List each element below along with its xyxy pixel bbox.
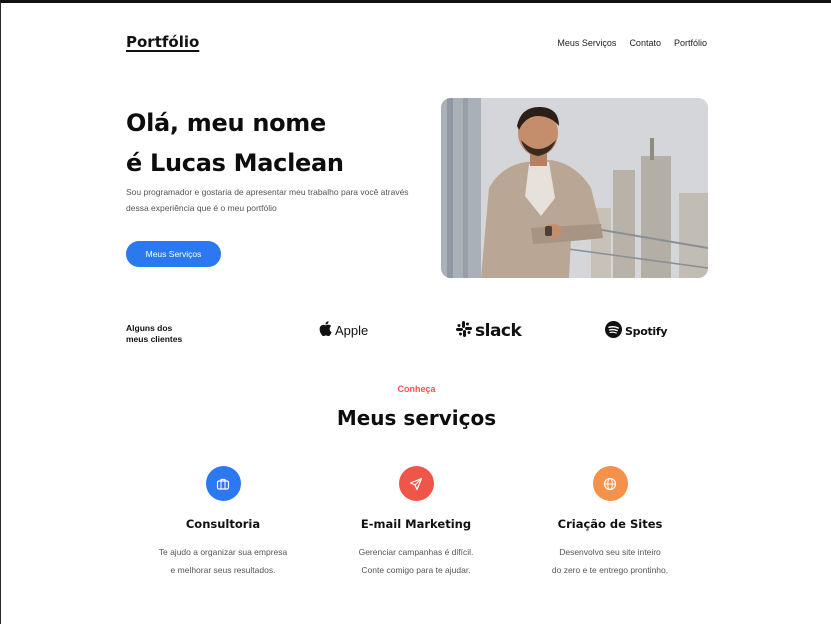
- client-name-apple: Apple: [335, 323, 369, 338]
- service-card-email-marketing: E-mail Marketing Gerenciar campanhas é d…: [306, 466, 526, 579]
- service-title: Consultoria: [185, 517, 261, 531]
- clients-label-line-1: Alguns dos: [126, 323, 173, 333]
- client-logo-spotify: Spotify: [605, 321, 668, 342]
- site-logo[interactable]: Portfólio: [126, 33, 199, 51]
- send-icon: [398, 466, 434, 501]
- hero-title: Olá, meu nome é Lucas Maclean: [126, 103, 344, 183]
- service-description-line: Desenvolvo seu site inteiro: [559, 547, 661, 557]
- client-logo-apple: Apple: [319, 321, 368, 340]
- hero-title-line-2: é Lucas Maclean: [126, 149, 344, 177]
- nav-link-portfolio[interactable]: Portfólio: [674, 38, 707, 48]
- service-description-line: e melhorar seus resultados.: [170, 565, 276, 575]
- nav-link-contact[interactable]: Contato: [629, 38, 661, 48]
- main-nav: Meus Serviços Contato Portfólio: [557, 38, 707, 48]
- service-description: Te ajudo a organizar sua empresa e melho…: [113, 543, 333, 579]
- service-description: Desenvolvo seu site inteiro do zero e te…: [500, 543, 720, 579]
- service-card-criacao-de-sites: Criação de Sites Desenvolvo seu site int…: [500, 466, 720, 579]
- service-title: E-mail Marketing: [360, 517, 472, 531]
- service-description: Gerenciar campanhas é difícil. Conte com…: [306, 543, 526, 579]
- hero-title-line-1: Olá, meu nome: [126, 109, 326, 137]
- clients-label-line-2: meus clientes: [126, 334, 183, 344]
- hero-profile-photo: [441, 98, 708, 278]
- client-logo-slack: slack: [456, 321, 522, 341]
- services-title: Meus serviços: [336, 406, 497, 430]
- service-card-consultoria: Consultoria Te ajudo a organizar sua emp…: [113, 466, 333, 579]
- globe-icon: [592, 466, 628, 501]
- service-description-line: do zero e te entrego prontinho.: [551, 565, 669, 575]
- service-description-line: Conte comigo para te ajudar.: [361, 565, 471, 575]
- nav-link-services[interactable]: Meus Serviços: [557, 38, 616, 48]
- hero-description: Sou programador e gostaria de apresentar…: [126, 187, 409, 213]
- hero-services-button[interactable]: Meus Serviços: [126, 241, 221, 267]
- client-name-slack: slack: [475, 321, 522, 341]
- slack-icon: [456, 321, 472, 341]
- spotify-icon: [605, 321, 622, 342]
- service-description-line: Te ajudo a organizar sua empresa: [158, 547, 288, 557]
- service-description-line: Gerenciar campanhas é difícil.: [358, 547, 474, 557]
- apple-icon: [319, 321, 332, 340]
- service-title: Criação de Sites: [557, 517, 663, 531]
- client-name-spotify: Spotify: [625, 325, 668, 338]
- services-eyebrow: Conheça: [397, 384, 436, 394]
- clients-label: Alguns dos meus clientes: [126, 323, 182, 345]
- briefcase-icon: [205, 466, 241, 501]
